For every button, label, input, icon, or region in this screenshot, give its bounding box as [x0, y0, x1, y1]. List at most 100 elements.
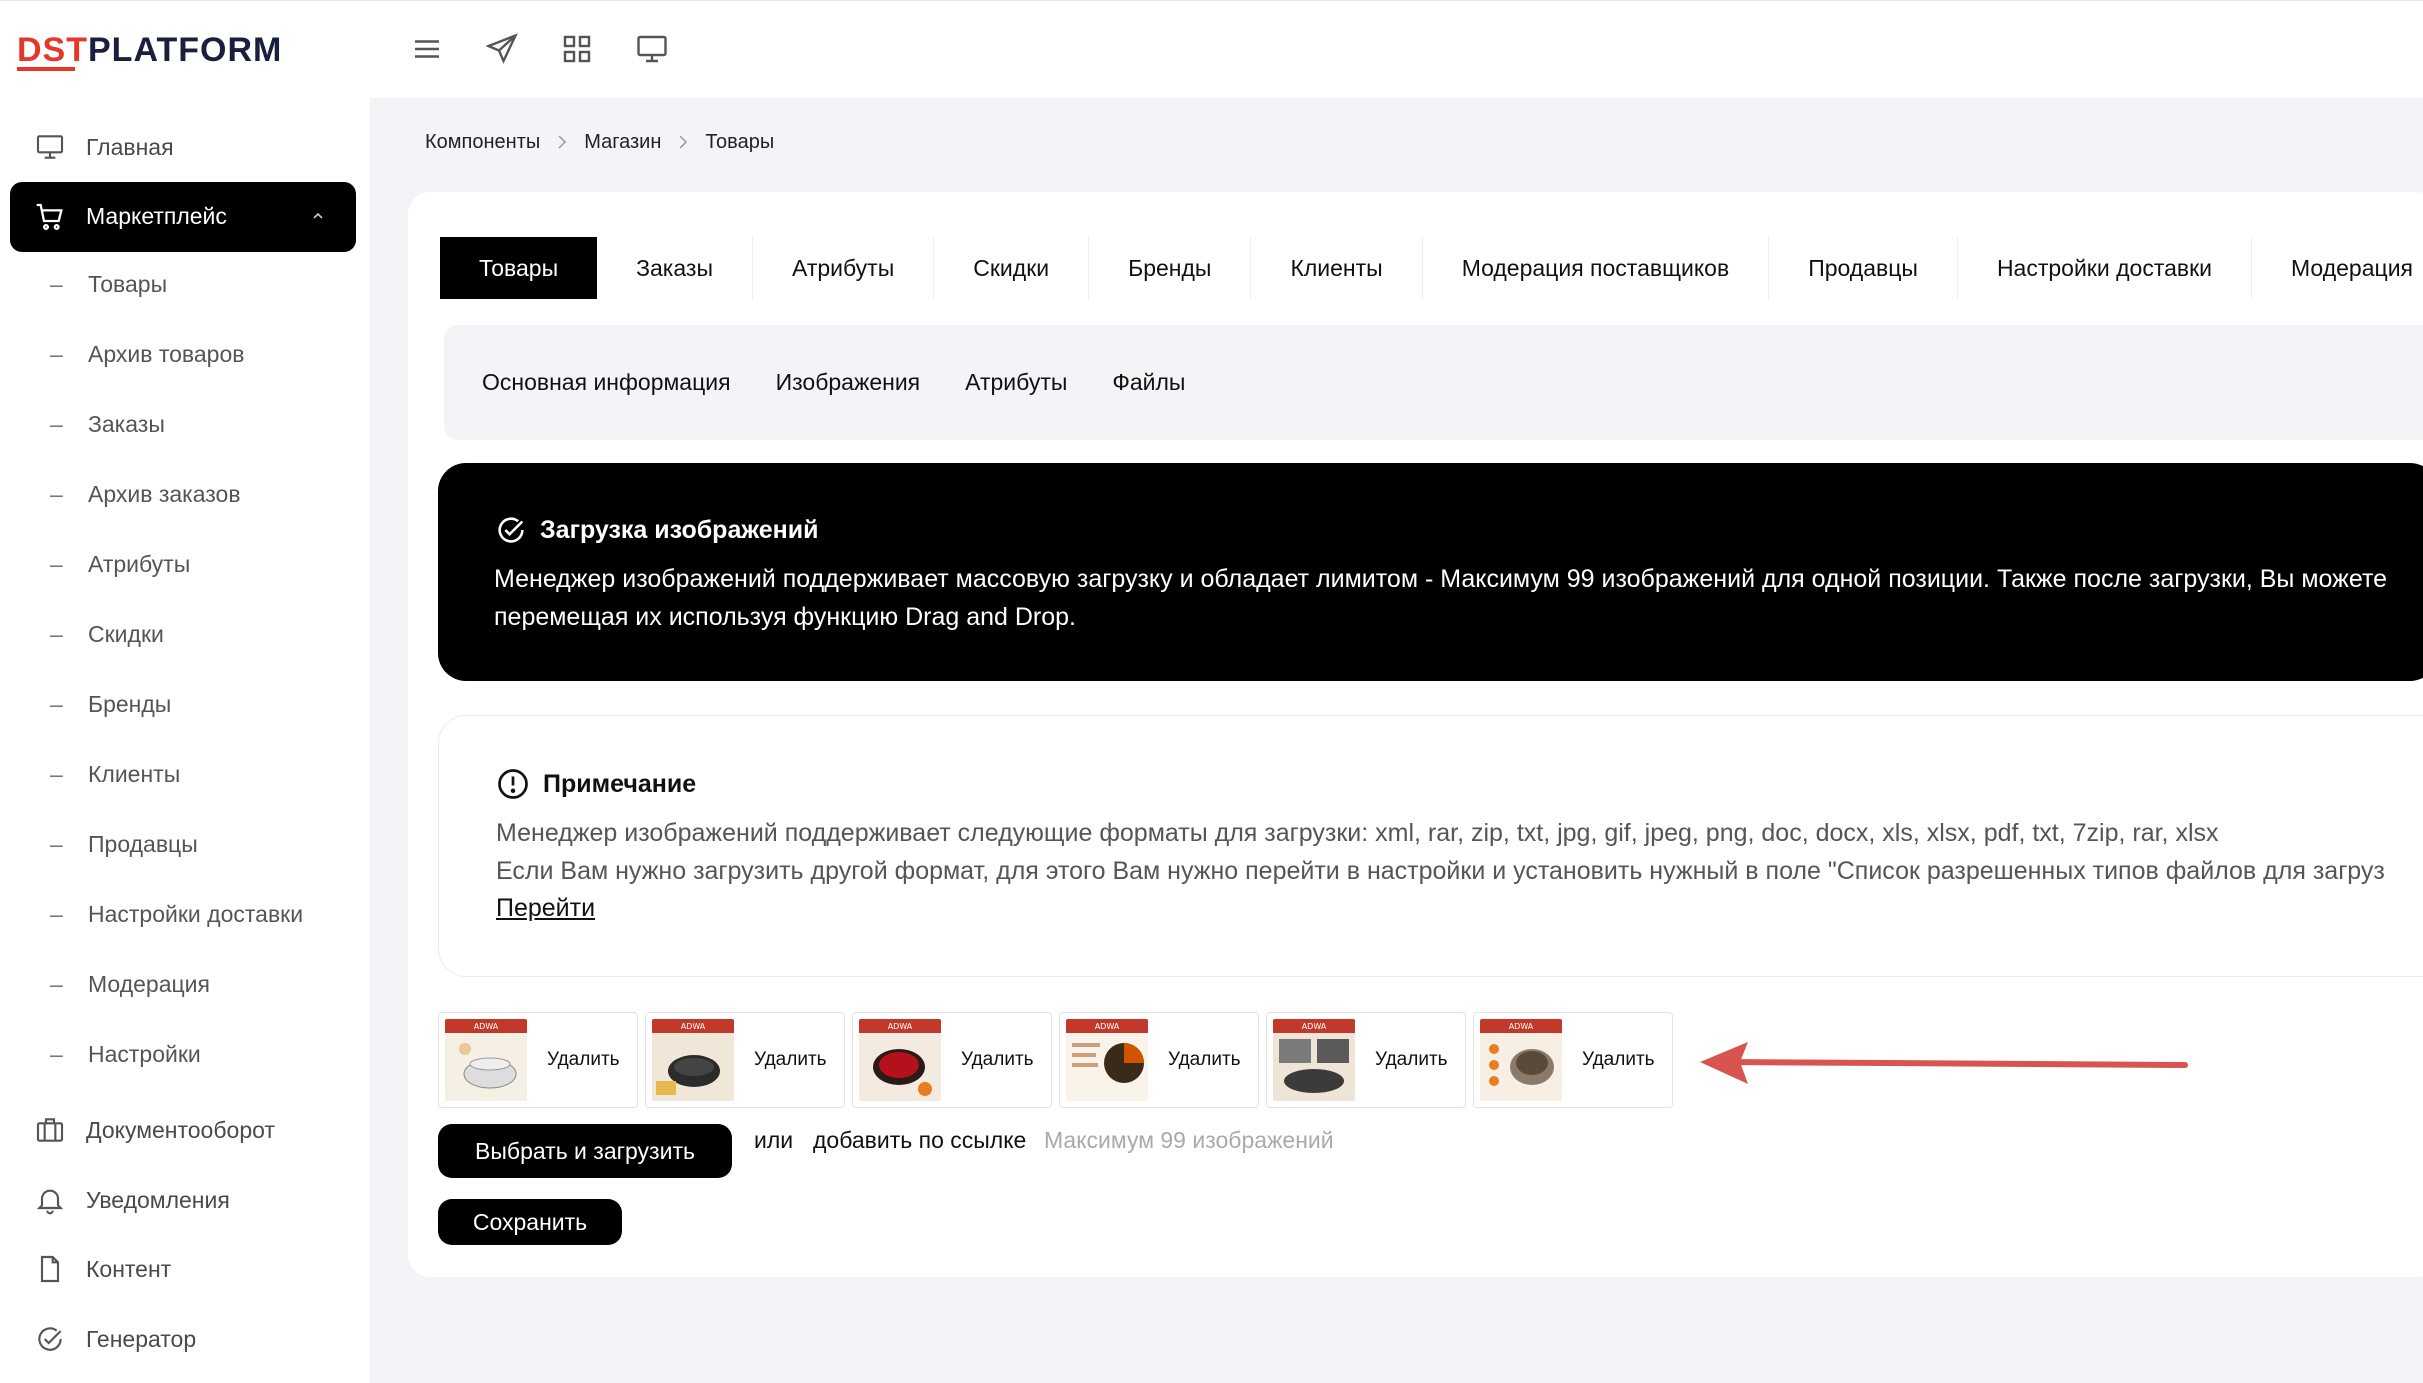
logo-underline [17, 67, 75, 71]
subtab-files[interactable]: Файлы [1112, 369, 1185, 396]
upload-info-title: Загрузка изображений [494, 513, 818, 547]
main-tabs: Товары Заказы Атрибуты Скидки Бренды Кли… [440, 237, 2423, 299]
subtab-images[interactable]: Изображения [776, 369, 921, 396]
breadcrumb-item-products: Товары [705, 130, 775, 153]
sidebar-subitem-label: Клиенты [88, 761, 181, 787]
tab-delivery-settings[interactable]: Настройки доставки [1958, 237, 2253, 299]
tab-sellers[interactable]: Продавцы [1769, 237, 1958, 299]
product-image: ADWA [1480, 1019, 1562, 1101]
monitor-icon[interactable] [634, 31, 670, 67]
sidebar-item-label: Уведомления [86, 1186, 230, 1213]
sidebar-subitem-label: Бренды [88, 691, 172, 717]
sidebar-subitem-orders[interactable]: – Заказы [0, 401, 370, 451]
product-image: ADWA [1273, 1019, 1355, 1101]
sidebar-item-label: Контент [86, 1255, 172, 1282]
product-image: ADWA [445, 1019, 527, 1101]
sidebar-subitem-label: Заказы [88, 411, 165, 437]
check-circle-icon [38, 1327, 62, 1351]
annotation-arrow [1700, 1042, 2188, 1084]
sidebar-item-label: Документооборот [86, 1116, 275, 1143]
image-thumbnail[interactable]: ADWA Удалить [645, 1012, 845, 1108]
svg-text:ADWA: ADWA [681, 1022, 706, 1031]
sidebar-subitem-discounts[interactable]: – Скидки [0, 611, 370, 661]
sidebar-subitem-label: Атрибуты [88, 551, 191, 577]
sidebar-item-home[interactable]: Главная [0, 117, 370, 177]
tab-brands[interactable]: Бренды [1089, 237, 1252, 299]
sidebar-subitem-orders-archive[interactable]: – Архив заказов [0, 471, 370, 521]
cart-icon [36, 203, 63, 231]
image-thumbnail[interactable]: ADWA Удалить [1266, 1012, 1466, 1108]
delete-image-button[interactable]: Удалить [1582, 1049, 1655, 1071]
sidebar-subitem-brands[interactable]: – Бренды [0, 681, 370, 731]
sidebar-subitem-moderation[interactable]: – Модерация [0, 961, 370, 1011]
sidebar-subitem-delivery-settings[interactable]: – Настройки доставки [0, 891, 370, 941]
monitor-icon [36, 135, 64, 159]
tab-moderation[interactable]: Модерация [2252, 237, 2423, 299]
sidebar-subitem-products[interactable]: – Товары [0, 261, 370, 311]
upload-info-line-1: Менеджер изображений поддерживает массов… [494, 565, 2388, 593]
delete-image-button[interactable]: Удалить [1375, 1049, 1448, 1071]
sidebar-item-label: Главная [86, 133, 174, 160]
breadcrumb-item-shop[interactable]: Магазин [584, 131, 661, 154]
sidebar-item-label: Генератор [86, 1325, 197, 1352]
sidebar-item-generator[interactable]: Генератор [0, 1309, 370, 1369]
image-thumbnail[interactable]: ADWA Удалить [852, 1012, 1052, 1108]
image-thumbnail[interactable]: ADWA Удалить [438, 1012, 638, 1108]
sidebar-item-documents[interactable]: Документооборот [0, 1100, 370, 1160]
image-thumbnail[interactable]: ADWA Удалить [1473, 1012, 1673, 1108]
tab-orders[interactable]: Заказы [597, 237, 753, 299]
chevron-up-icon[interactable] [310, 208, 326, 224]
delete-image-button[interactable]: Удалить [754, 1049, 827, 1071]
file-icon [40, 1255, 60, 1283]
svg-text:ADWA: ADWA [1302, 1022, 1327, 1031]
tab-products[interactable]: Товары [440, 237, 598, 299]
grid-icon[interactable] [559, 31, 595, 67]
sidebar-item-notifications[interactable]: Уведомления [0, 1170, 370, 1230]
sidebar-subitem-sellers[interactable]: – Продавцы [0, 821, 370, 871]
note-title-text: Примечание [543, 769, 697, 798]
sidebar-subitem-label: Архив заказов [88, 481, 241, 507]
sidebar-subitem-clients[interactable]: – Клиенты [0, 751, 370, 801]
sidebar-subitem-label: Продавцы [88, 831, 198, 857]
breadcrumb: Компоненты Магазин Товары [425, 130, 774, 154]
sidebar-subitem-label: Настройки доставки [88, 901, 304, 927]
upload-info-title-text: Загрузка изображений [540, 515, 819, 544]
tab-discounts[interactable]: Скидки [934, 237, 1090, 299]
bell-icon [36, 1189, 64, 1215]
app-logo[interactable]: DSTPLATFORM [17, 31, 282, 70]
note-goto-link[interactable]: Перейти [496, 894, 595, 923]
chevron-right-icon [679, 135, 688, 149]
breadcrumb-item-components[interactable]: Компоненты [425, 131, 540, 154]
subtab-main-info[interactable]: Основная информация [482, 369, 731, 396]
sidebar-subitem-label: Модерация [88, 971, 210, 997]
sidebar-item-content[interactable]: Контент [0, 1239, 370, 1299]
upload-info-line-2: перемещая их используя функцию Drag and … [494, 603, 1076, 631]
image-thumbnail[interactable]: ADWA Удалить [1059, 1012, 1259, 1108]
sidebar-subitem-products-archive[interactable]: – Архив товаров [0, 331, 370, 381]
tab-attributes[interactable]: Атрибуты [753, 237, 935, 299]
sidebar-subitem-label: Скидки [88, 621, 164, 647]
add-by-link-button[interactable]: добавить по ссылке [813, 1127, 1026, 1154]
note-formats-text: Менеджер изображений поддерживает следую… [496, 819, 2219, 847]
tab-supplier-moderation[interactable]: Модерация поставщиков [1423, 237, 1770, 299]
delete-image-button[interactable]: Удалить [547, 1049, 620, 1071]
delete-image-button[interactable]: Удалить [961, 1049, 1034, 1071]
tab-clients[interactable]: Клиенты [1251, 237, 1423, 299]
upload-info-panel: Загрузка изображений Менеджер изображени… [438, 463, 2423, 681]
subtab-attributes[interactable]: Атрибуты [965, 369, 1067, 396]
sidebar-item-label: Маркетплейс [86, 203, 227, 229]
check-circle-icon [498, 517, 524, 543]
note-settings-text: Если Вам нужно загрузить другой формат, … [496, 857, 2385, 885]
sidebar-subitem-settings[interactable]: – Настройки [0, 1031, 370, 1081]
select-and-upload-button[interactable]: Выбрать и загрузить [438, 1124, 732, 1178]
product-image: ADWA [859, 1019, 941, 1101]
top-bar: DSTPLATFORM [0, 0, 2423, 98]
svg-text:ADWA: ADWA [474, 1022, 499, 1031]
sidebar-subitem-attributes[interactable]: – Атрибуты [0, 541, 370, 591]
menu-icon[interactable] [409, 31, 445, 67]
sidebar-item-marketplace[interactable]: Маркетплейс [10, 182, 356, 252]
send-icon[interactable] [484, 31, 520, 67]
save-button[interactable]: Сохранить [438, 1199, 622, 1245]
delete-image-button[interactable]: Удалить [1168, 1049, 1241, 1071]
note-title: Примечание [495, 766, 696, 802]
